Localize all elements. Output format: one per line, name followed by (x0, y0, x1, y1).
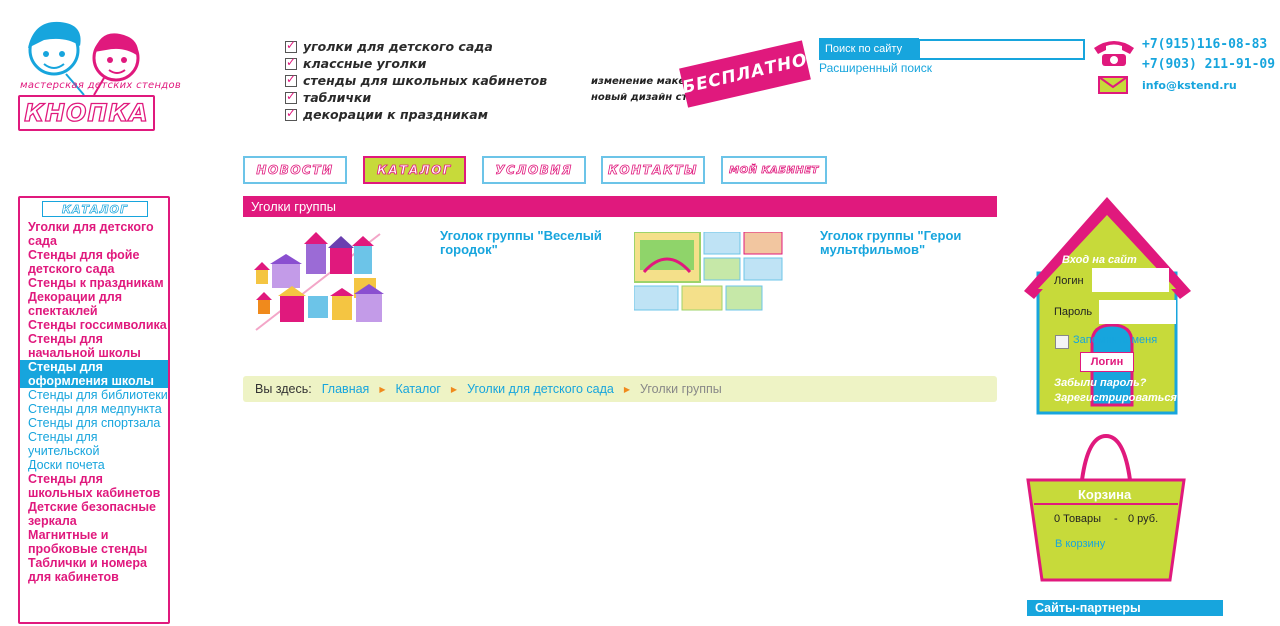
phone-2[interactable]: +7(903) 211-91-09 (1142, 57, 1275, 72)
page-title: Уголки группы (243, 196, 997, 217)
cart-basket-shape (1026, 434, 1186, 582)
cart-dash: - (1114, 513, 1118, 525)
cart-title: Корзина (1078, 487, 1132, 502)
breadcrumb-arrow-icon: ▶ (623, 384, 631, 394)
checklist-item: декорации к праздникам (285, 106, 547, 123)
sidebar-item-library[interactable]: Стенды для библиотеки (20, 388, 168, 402)
sidebar-item-primary-school[interactable]: Стенды для начальной школы (20, 332, 168, 360)
cart-items-count: 0 Товары (1054, 513, 1102, 525)
cart-link[interactable]: В корзину (1055, 538, 1105, 550)
brand-name: КНОПКА (24, 98, 149, 127)
login-title: Вход на сайт (1062, 254, 1137, 266)
product-title-town[interactable]: Уголок группы "Веселый городок" (440, 229, 610, 257)
breadcrumb-arrow-icon: ▶ (379, 384, 386, 394)
breadcrumb-kindergarten[interactable]: Уголки для детского сада (467, 382, 614, 396)
partners-title: Сайты-партнеры (1027, 600, 1223, 616)
product-title-cartoon-heroes[interactable]: Уголок группы "Герои мультфильмов" (820, 229, 1000, 257)
password-field[interactable] (1099, 300, 1176, 324)
breadcrumb-current: Уголки группы (640, 382, 722, 396)
sidebar-item-gym[interactable]: Стенды для спортзала (20, 416, 168, 430)
free-badge: БЕСПЛАТНО (679, 40, 811, 108)
sidebar-title: КАТАЛОГ (42, 201, 148, 217)
sidebar-item-kindergarten-foyer[interactable]: Стенды для фойе детского сада (20, 248, 168, 276)
catalog-sidebar: КАТАЛОГ Уголки для детского сада Стенды … (18, 196, 170, 624)
login-field[interactable] (1092, 268, 1169, 292)
checklist-item: уголки для детского сада (285, 38, 547, 55)
breadcrumb: Вы здесь: Главная ▶ Каталог ▶ Уголки для… (243, 376, 997, 402)
cart-sum: 0 руб. (1128, 513, 1159, 525)
phone-1[interactable]: +7(915)116-08-83 (1142, 37, 1267, 52)
logo-wordmark[interactable]: КНОПКА (18, 95, 155, 131)
nav-news[interactable]: НОВОСТИ (243, 156, 347, 184)
email-link[interactable]: info@kstend.ru (1142, 79, 1237, 92)
login-button[interactable]: Логин (1080, 352, 1134, 372)
sidebar-item-classrooms[interactable]: Стенды для школьных кабинетов (20, 472, 168, 500)
checkbox-icon (285, 106, 297, 121)
header-checklist: уголки для детского сада классные уголки… (285, 38, 547, 123)
checkbox-icon (285, 55, 297, 70)
search-input[interactable] (918, 39, 1085, 60)
advanced-search-link[interactable]: Расширенный поиск (819, 61, 932, 75)
search-label: Поиск по сайту (819, 38, 919, 60)
checkbox-icon (285, 72, 297, 87)
nav-contacts[interactable]: КОНТАКТЫ (601, 156, 705, 184)
breadcrumb-catalog[interactable]: Каталог (395, 382, 440, 396)
product-image-cartoon-heroes[interactable] (634, 232, 784, 312)
sidebar-item-kindergarten-corners[interactable]: Уголки для детского сада (20, 220, 168, 248)
breadcrumb-home[interactable]: Главная (322, 382, 370, 396)
checklist-item: классные уголки (285, 55, 547, 72)
sidebar-item-decorations[interactable]: Декорации для спектаклей (20, 290, 168, 318)
sidebar-item-plates[interactable]: Таблички и номера для кабинетов (20, 556, 168, 584)
sidebar-item-state-symbols[interactable]: Стенды госсимволика (20, 318, 168, 332)
remember-label: Запомнить меня (1073, 334, 1158, 346)
logo-tagline: мастерская детских стендов (20, 80, 182, 91)
sidebar-item-honor-boards[interactable]: Доски почета (20, 458, 168, 472)
nav-conditions[interactable]: УСЛОВИЯ (482, 156, 586, 184)
remember-checkbox[interactable] (1055, 335, 1069, 349)
envelope-icon (1098, 76, 1128, 94)
sidebar-item-teachers-room[interactable]: Стенды для учительской (20, 430, 168, 458)
sidebar-item-mirrors[interactable]: Детские безопасные зеркала (20, 500, 168, 528)
checklist-item: стенды для школьных кабинетов (285, 72, 547, 89)
phone-icon (1094, 41, 1134, 66)
breadcrumb-prefix: Вы здесь: (255, 382, 312, 396)
sidebar-list: Уголки для детского сада Стенды для фойе… (20, 220, 168, 584)
password-label: Пароль (1054, 306, 1093, 318)
forgot-password-link[interactable]: Забыли пароль? (1054, 377, 1146, 389)
register-link[interactable]: Зарегистрироваться (1054, 392, 1177, 404)
sidebar-item-school-decoration[interactable]: Стенды для оформления школы (20, 360, 168, 388)
checkbox-icon (285, 89, 297, 104)
login-label: Логин (1054, 275, 1084, 287)
sidebar-item-magnetic-boards[interactable]: Магнитные и пробковые стенды (20, 528, 168, 556)
product-image-town[interactable] (250, 230, 390, 335)
checkbox-icon (285, 38, 297, 53)
nav-catalog[interactable]: КАТАЛОГ (363, 156, 466, 184)
sidebar-item-medical[interactable]: Стенды для медпункта (20, 402, 168, 416)
nav-my-account[interactable]: МОЙ КАБИНЕТ (721, 156, 827, 184)
checklist-item: таблички (285, 89, 547, 106)
sidebar-item-holidays[interactable]: Стенды к праздникам (20, 276, 168, 290)
breadcrumb-arrow-icon: ▶ (450, 384, 458, 394)
